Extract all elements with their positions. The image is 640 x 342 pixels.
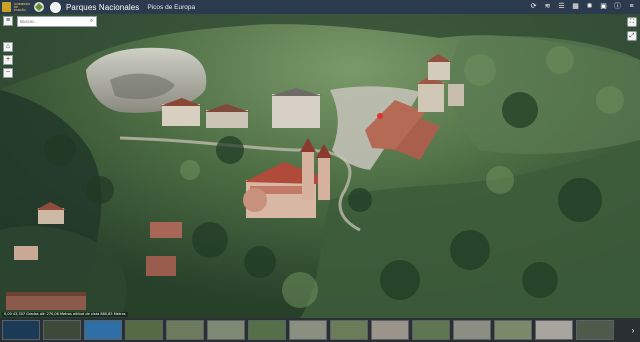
gallery-thumb[interactable] <box>412 320 450 340</box>
gallery-thumb[interactable] <box>125 320 163 340</box>
gallery-thumb[interactable] <box>330 320 368 340</box>
gallery-thumb[interactable] <box>166 320 204 340</box>
fullscreen-button[interactable]: ⛶ <box>627 17 637 27</box>
list-icon[interactable]: ☰ <box>557 2 566 11</box>
sun-icon[interactable]: ✺ <box>585 2 594 11</box>
agency-logo-icon <box>34 2 44 12</box>
scene-3d-view[interactable] <box>0 0 640 342</box>
app: GOBIERNO DE ESPAÑA Parques Nacionales Pi… <box>0 0 640 342</box>
park-name: Picos de Europa <box>147 3 196 11</box>
brand-title[interactable]: Parques Nacionales <box>66 3 139 12</box>
coordinates-readout: 0,00 43,307 Grados alt: 270,06 Metros al… <box>2 312 128 317</box>
search-icon[interactable]: ⌕ <box>87 17 96 26</box>
gallery-thumb[interactable] <box>248 320 286 340</box>
share-icon[interactable]: ⟳ <box>529 2 538 11</box>
gallery-icon[interactable]: ▣ <box>599 2 608 11</box>
spain-crest-icon <box>2 2 11 12</box>
gallery-thumb[interactable] <box>2 320 40 340</box>
home-button[interactable]: ⌂ <box>3 42 13 52</box>
gallery-thumb[interactable] <box>535 320 573 340</box>
gallery-thumb[interactable] <box>84 320 122 340</box>
grid-icon[interactable]: ▦ <box>571 2 580 11</box>
gallery-thumb[interactable] <box>43 320 81 340</box>
gov-label: GOBIERNO DE ESPAÑA <box>14 1 31 12</box>
zoom-out-button[interactable]: − <box>3 68 13 78</box>
gallery-next-icon[interactable]: › <box>629 324 637 336</box>
layers-icon[interactable]: ≋ <box>543 2 552 11</box>
zoom-in-button[interactable]: + <box>3 55 13 65</box>
search-box: ⌕ <box>17 16 97 27</box>
gallery-thumb[interactable] <box>453 320 491 340</box>
gallery-thumb[interactable] <box>207 320 245 340</box>
gallery-thumb[interactable] <box>371 320 409 340</box>
gallery-thumb[interactable] <box>576 320 614 340</box>
search-input[interactable] <box>18 17 88 26</box>
top-header: GOBIERNO DE ESPAÑA Parques Nacionales Pi… <box>0 0 640 14</box>
national-parks-logo-icon <box>50 1 61 13</box>
menu-icon[interactable]: ≡ <box>627 2 636 11</box>
expand-button[interactable]: ⤢ <box>627 31 637 41</box>
nav-menu-button[interactable]: ≡ <box>3 16 13 26</box>
gallery-thumb[interactable] <box>494 320 532 340</box>
header-toolbar: ⟳ ≋ ☰ ▦ ✺ ▣ ⓘ ≡ <box>529 2 636 11</box>
photo-gallery-strip: › <box>0 318 640 342</box>
logo-block: GOBIERNO DE ESPAÑA <box>0 0 61 14</box>
info-icon[interactable]: ⓘ <box>613 2 622 11</box>
gallery-thumb[interactable] <box>289 320 327 340</box>
